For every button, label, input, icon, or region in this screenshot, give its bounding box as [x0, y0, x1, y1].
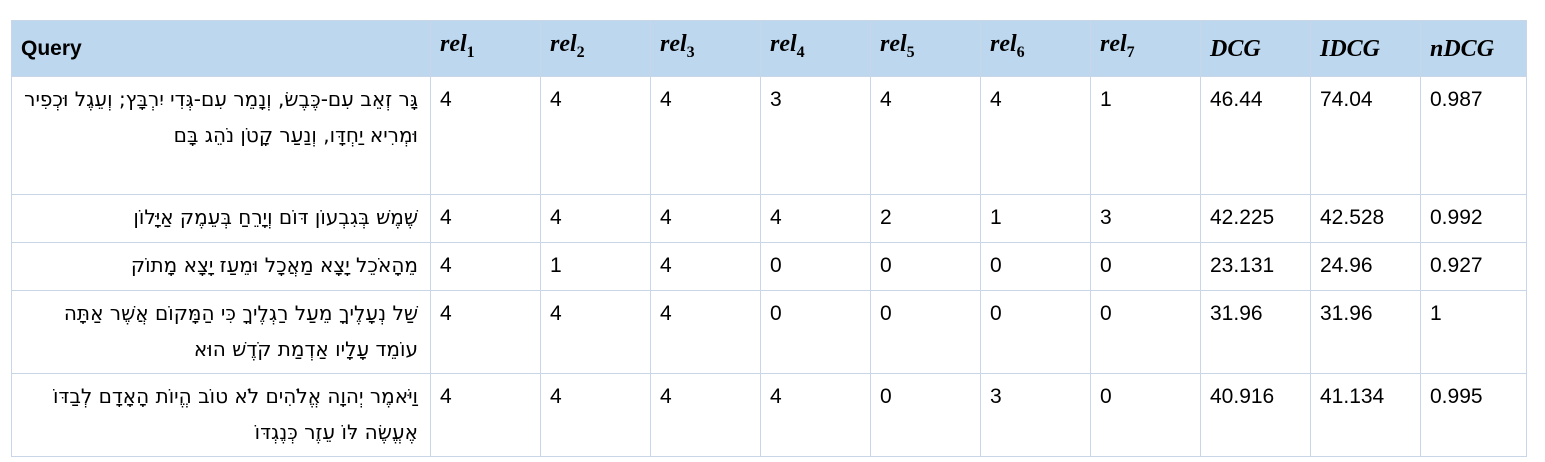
header-rel-base: rel: [1100, 31, 1127, 57]
idcg-cell: 41.134: [1310, 373, 1421, 457]
table-row: גָּר זְאֵב עִם-כֶּבֶשׂ, וְנָמֵר עִם-גְּד…: [11, 76, 1527, 195]
rel-cell: 3: [760, 76, 871, 195]
rel-cell: 0: [1090, 242, 1201, 291]
header-rel-sub: 5: [906, 44, 915, 61]
rel-cell: 4: [650, 194, 761, 243]
rel-cell: 4: [760, 373, 871, 457]
header-rel-sub: 3: [686, 44, 695, 61]
rel-cell: 4: [650, 76, 761, 195]
rel-cell: 4: [980, 76, 1091, 195]
rel-cell: 0: [760, 242, 871, 291]
idcg-cell: 31.96: [1310, 290, 1421, 374]
rel-cell: 0: [1090, 290, 1201, 374]
rel-cell: 4: [540, 290, 651, 374]
query-cell: שֶׁמֶשׁ בְּגִבְעוֹן דּוֹם וְיָרֵחַ בְּעֵ…: [11, 194, 431, 243]
ndcg-cell: 0.995: [1420, 373, 1527, 457]
ndcg-cell: 1: [1420, 290, 1527, 374]
header-query: Query: [11, 20, 431, 77]
header-rel-base: rel: [770, 31, 797, 57]
ndcg-cell: 0.927: [1420, 242, 1527, 291]
header-rel-sub: 1: [466, 44, 475, 61]
header-rel-base: rel: [440, 31, 467, 57]
header-rel-7: rel7: [1090, 20, 1201, 77]
table-row: וַיֹּאמֶר יְהוָה אֱלֹהִים לֹא טוֹב הֱיוֹ…: [11, 373, 1527, 457]
ndcg-cell: 0.987: [1420, 76, 1527, 195]
header-rel-4: rel4: [760, 20, 871, 77]
rel-cell: 0: [980, 242, 1091, 291]
header-dcg: DCG: [1200, 20, 1311, 77]
header-rel-sub: 2: [576, 44, 585, 61]
rel-cell: 4: [870, 76, 981, 195]
header-rel-6: rel6: [980, 20, 1091, 77]
table-row: שַׁל נְעָלֶיךָ מֵעַל רַגְלֶיךָ כִּי הַמָ…: [11, 290, 1527, 374]
query-cell: שַׁל נְעָלֶיךָ מֵעַל רַגְלֶיךָ כִּי הַמָ…: [11, 290, 431, 374]
rel-cell: 3: [980, 373, 1091, 457]
rel-cell: 4: [430, 242, 541, 291]
header-rel-sub: 7: [1126, 44, 1135, 61]
rel-cell: 4: [650, 373, 761, 457]
table-row: מֵהָאֹכֵל יָצָא מַאֲכָל וּמֵעַז יָצָא מָ…: [11, 242, 1527, 291]
rel-cell: 4: [430, 290, 541, 374]
rel-cell: 4: [650, 242, 761, 291]
header-row: Query rel1 rel2 rel3 rel4 rel5 rel6 rel7…: [11, 20, 1527, 77]
header-rel-sub: 4: [796, 44, 805, 61]
rel-cell: 2: [870, 194, 981, 243]
idcg-cell: 74.04: [1310, 76, 1421, 195]
rel-cell: 1: [540, 242, 651, 291]
query-cell: מֵהָאֹכֵל יָצָא מַאֲכָל וּמֵעַז יָצָא מָ…: [11, 242, 431, 291]
idcg-cell: 42.528: [1310, 194, 1421, 243]
rel-cell: 4: [430, 76, 541, 195]
header-idcg: IDCG: [1310, 20, 1421, 77]
dcg-cell: 40.916: [1200, 373, 1311, 457]
rel-cell: 4: [540, 194, 651, 243]
header-rel-base: rel: [660, 31, 687, 57]
dcg-cell: 46.44: [1200, 76, 1311, 195]
ndcg-cell: 0.992: [1420, 194, 1527, 243]
header-rel-base: rel: [550, 31, 577, 57]
table-header: Query rel1 rel2 rel3 rel4 rel5 rel6 rel7…: [11, 20, 1527, 77]
header-rel-2: rel2: [540, 20, 651, 77]
header-rel-base: rel: [880, 31, 907, 57]
rel-cell: 1: [980, 194, 1091, 243]
rel-cell: 4: [430, 194, 541, 243]
header-ndcg: nDCG: [1420, 20, 1527, 77]
rel-cell: 0: [870, 373, 981, 457]
rel-cell: 0: [870, 242, 981, 291]
rel-cell: 0: [980, 290, 1091, 374]
header-rel-5: rel5: [870, 20, 981, 77]
dcg-cell: 42.225: [1200, 194, 1311, 243]
rel-cell: 0: [1090, 373, 1201, 457]
query-cell: גָּר זְאֵב עִם-כֶּבֶשׂ, וְנָמֵר עִם-גְּד…: [11, 76, 431, 195]
dcg-cell: 31.96: [1200, 290, 1311, 374]
header-rel-3: rel3: [650, 20, 761, 77]
table-row: שֶׁמֶשׁ בְּגִבְעוֹן דּוֹם וְיָרֵחַ בְּעֵ…: [11, 194, 1527, 243]
query-cell: וַיֹּאמֶר יְהוָה אֱלֹהִים לֹא טוֹב הֱיוֹ…: [11, 373, 431, 457]
header-rel-sub: 6: [1016, 44, 1025, 61]
rel-cell: 3: [1090, 194, 1201, 243]
rel-cell: 4: [650, 290, 761, 374]
ndcg-results-table: Query rel1 rel2 rel3 rel4 rel5 rel6 rel7…: [11, 20, 1527, 457]
rel-cell: 4: [540, 76, 651, 195]
table-body: גָּר זְאֵב עִם-כֶּבֶשׂ, וְנָמֵר עִם-גְּד…: [11, 76, 1527, 457]
rel-cell: 1: [1090, 76, 1201, 195]
header-rel-1: rel1: [430, 20, 541, 77]
rel-cell: 4: [430, 373, 541, 457]
dcg-cell: 23.131: [1200, 242, 1311, 291]
rel-cell: 0: [870, 290, 981, 374]
idcg-cell: 24.96: [1310, 242, 1421, 291]
rel-cell: 0: [760, 290, 871, 374]
rel-cell: 4: [540, 373, 651, 457]
rel-cell: 4: [760, 194, 871, 243]
header-rel-base: rel: [990, 31, 1017, 57]
